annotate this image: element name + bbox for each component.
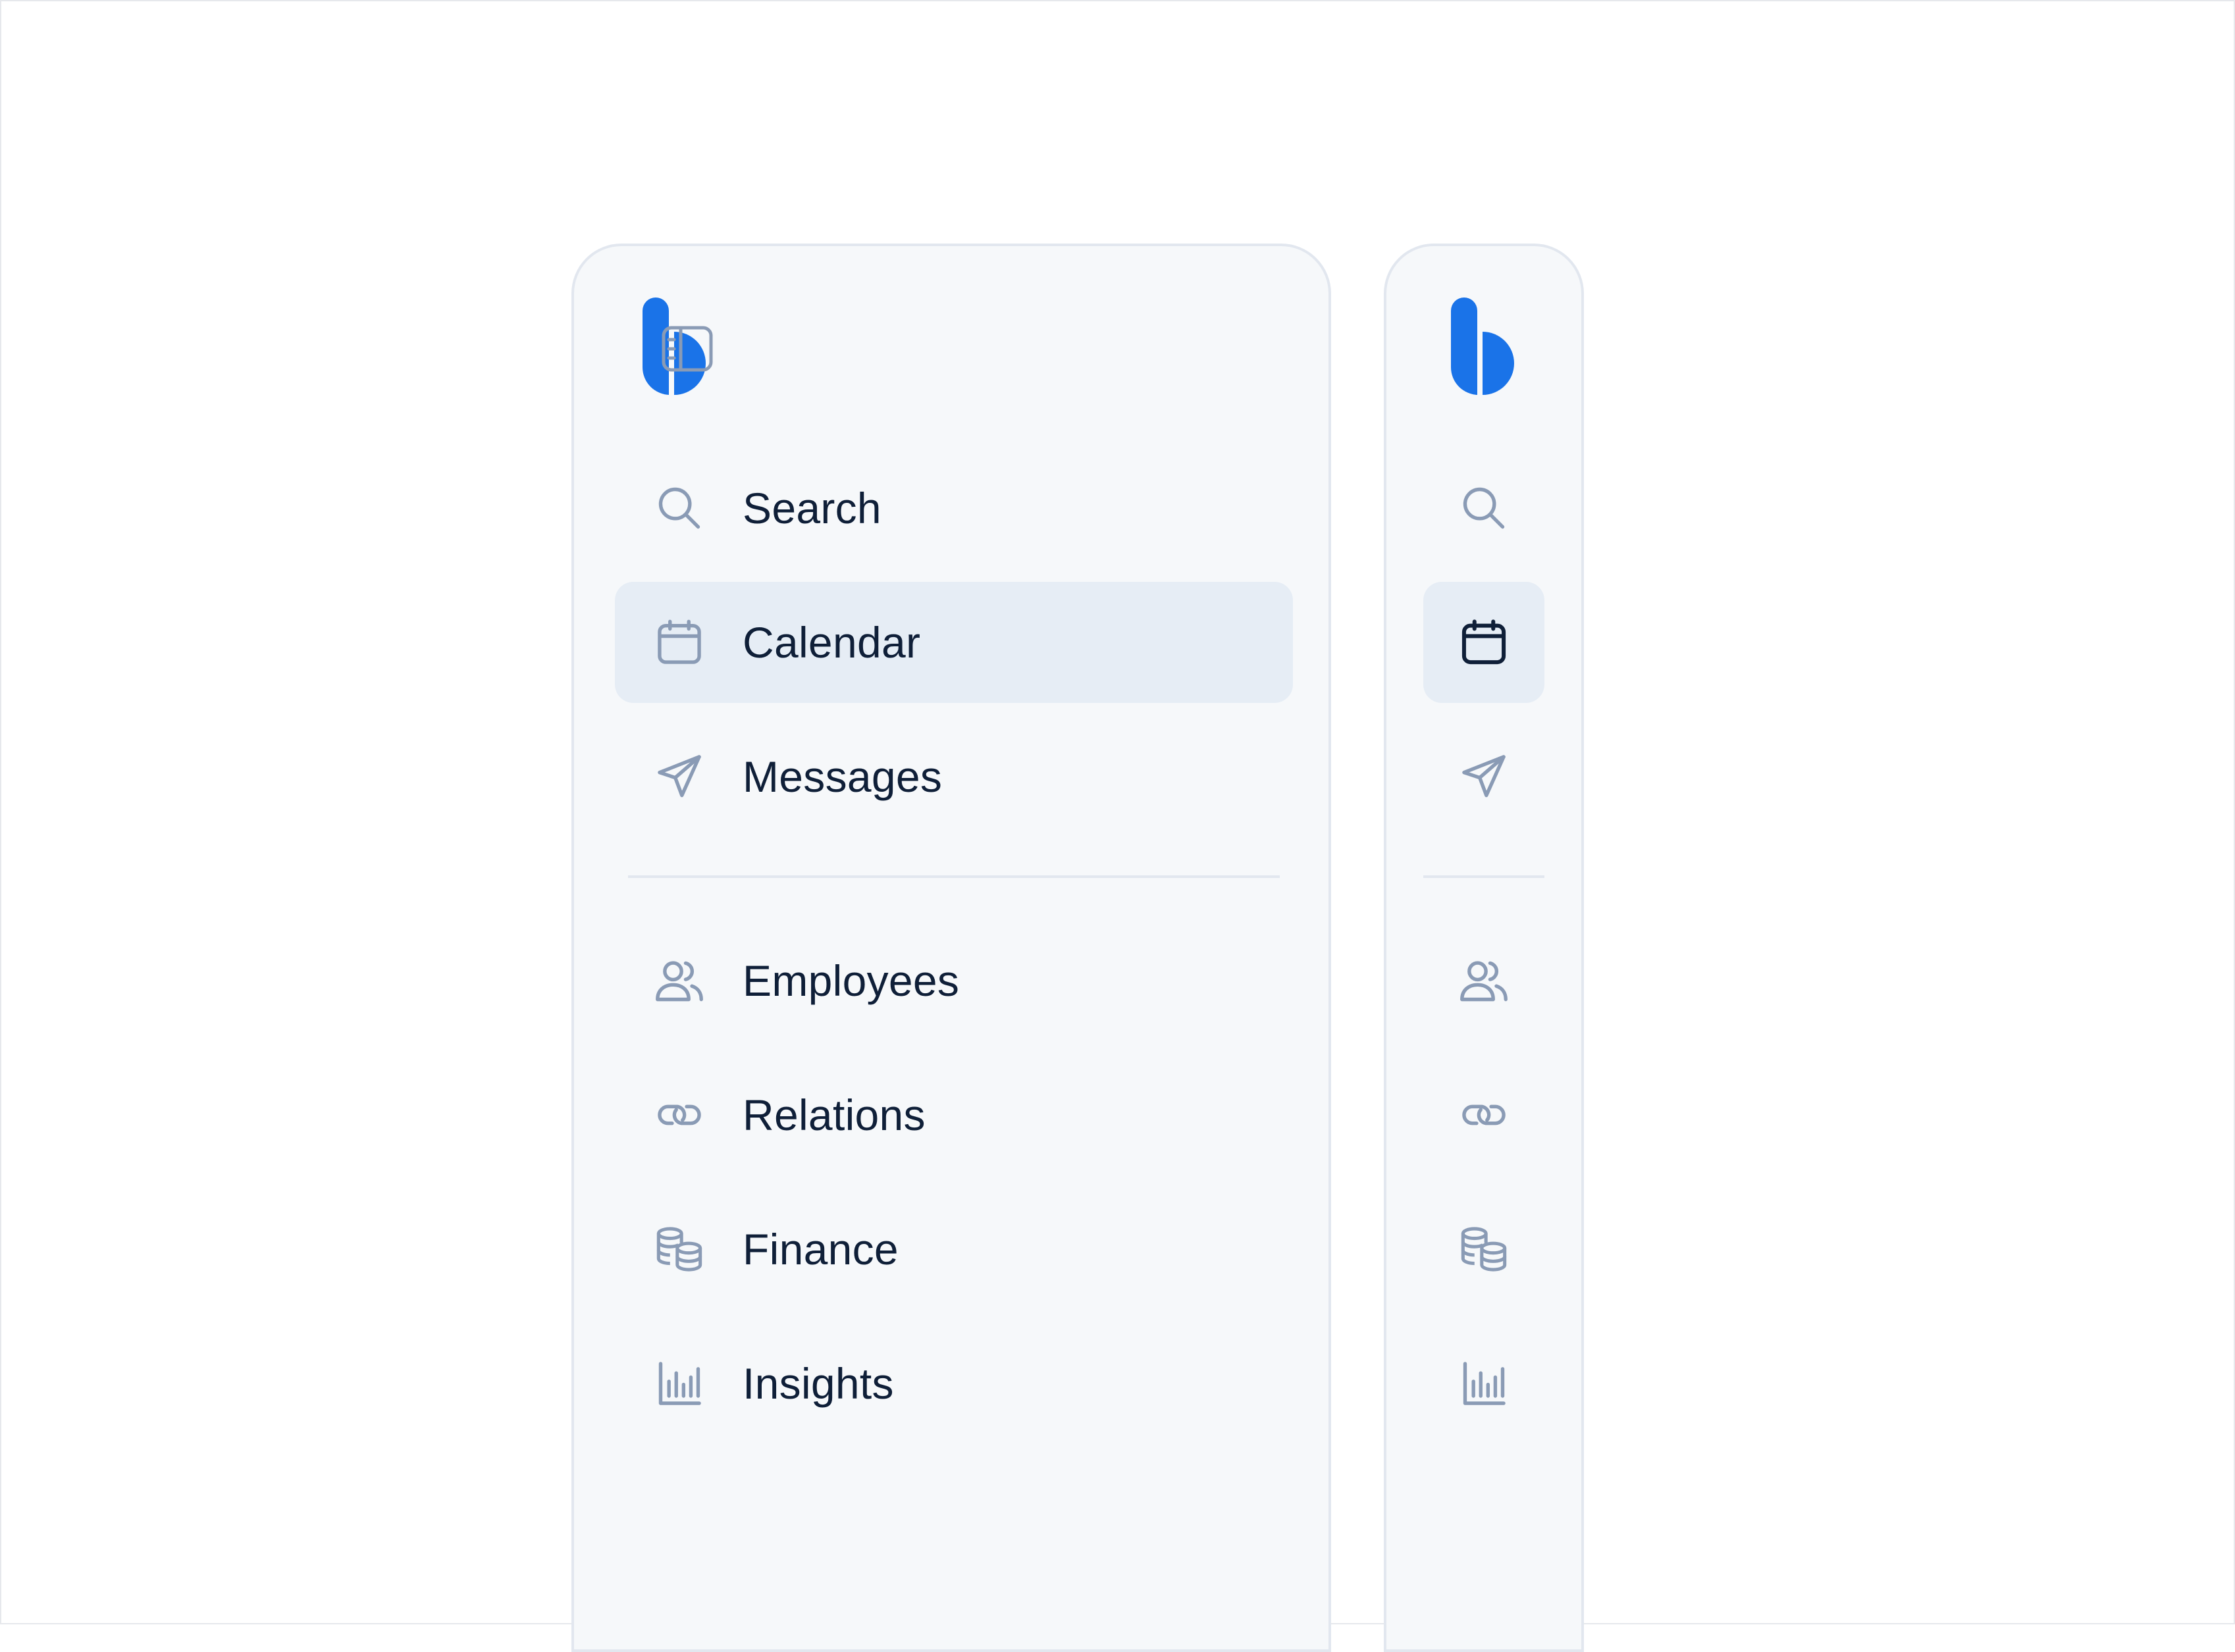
nav-icon-button-employees[interactable] [1423,920,1544,1041]
nav-item-finance[interactable]: Finance [615,1189,1293,1310]
nav-item-employees[interactable]: Employees [615,920,1293,1041]
sidebar-toggle-button[interactable] [661,323,714,375]
nav-label-insights: Insights [743,1359,894,1408]
nav-item-messages[interactable]: Messages [615,716,1293,837]
bar-chart-icon [658,1362,701,1405]
send-icon [658,755,701,798]
nav-icon-button-relations[interactable] [1423,1054,1544,1175]
coins-icon [1461,1227,1507,1272]
calendar-icon [658,619,701,664]
bar-chart-icon [1463,1362,1506,1405]
nav-label-calendar: Calendar [743,618,921,667]
search-icon [658,487,700,529]
sidebar-toggle-icon [662,326,713,372]
nav-item-relations[interactable]: Relations [615,1054,1293,1175]
nav-item-insights[interactable]: Insights [615,1323,1293,1444]
nav-label-messages: Messages [743,752,943,801]
link-icon [1462,1104,1506,1125]
nav-item-search[interactable]: Search [615,448,1293,569]
nav-icon-button-messages[interactable] [1423,716,1544,837]
sidebar-collapsed [1384,244,1584,1652]
sidebar-expanded: Search Calendar Messages Employees Relat… [571,244,1331,1652]
send-icon [1462,755,1506,798]
calendar-icon [1461,619,1506,665]
nav-label-employees: Employees [743,956,960,1005]
link-icon [658,1104,701,1125]
nav-icon-button-calendar[interactable] [1423,582,1544,703]
nav-divider [628,875,1280,878]
nav-label-relations: Relations [743,1091,926,1139]
nav-icon-button-insights[interactable] [1423,1323,1544,1444]
search-icon [1463,487,1505,529]
nav-divider [1423,875,1544,878]
brand-logo-icon[interactable] [1451,297,1517,395]
users-icon [656,961,703,1002]
users-icon [1460,961,1508,1002]
nav-label-finance: Finance [743,1225,899,1274]
nav-icon-button-finance[interactable] [1423,1189,1544,1310]
nav-icon-button-search[interactable] [1423,448,1544,569]
nav-label-search: Search [743,484,881,532]
coins-icon [656,1227,702,1272]
nav-item-calendar[interactable]: Calendar [615,582,1293,703]
